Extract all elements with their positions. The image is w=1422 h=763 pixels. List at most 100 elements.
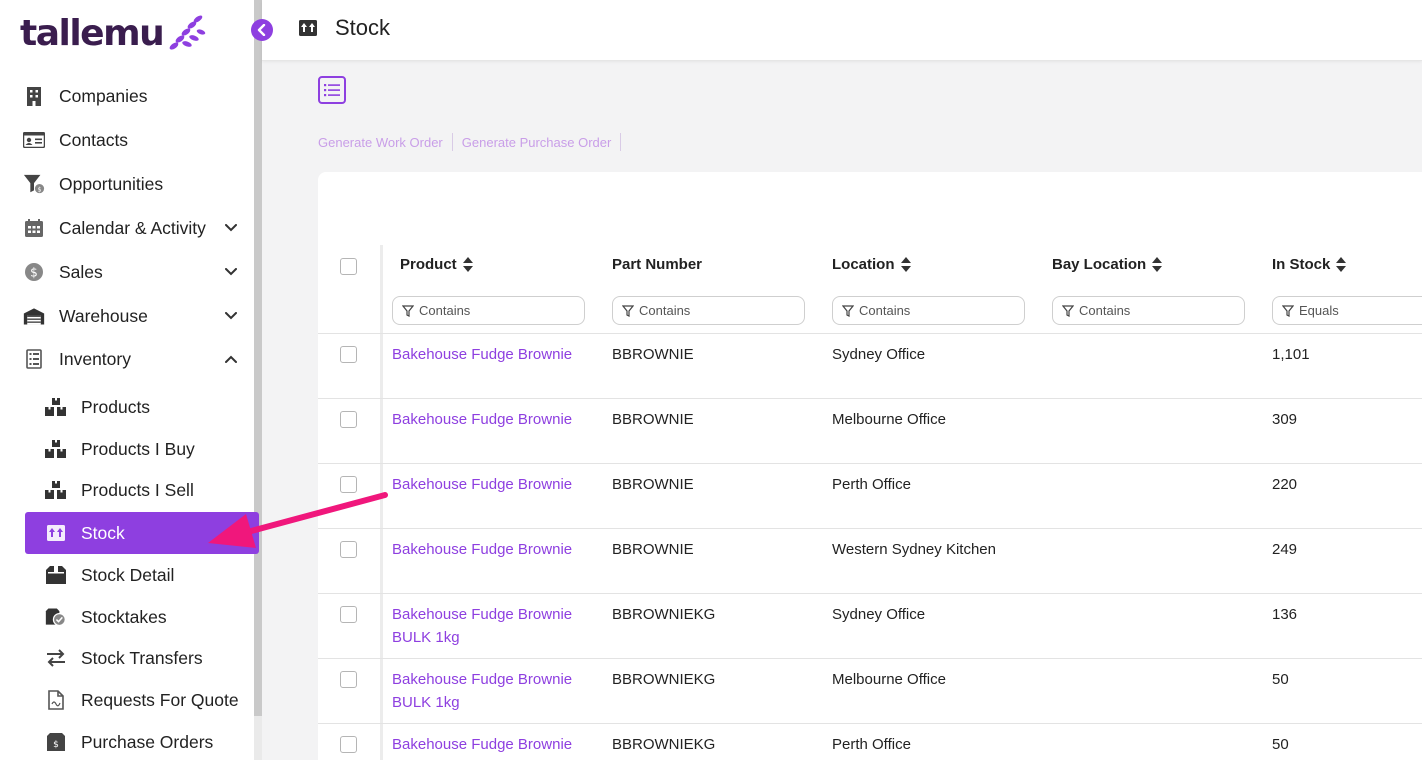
column-label: Product [400, 256, 457, 273]
svg-text:$: $ [53, 740, 59, 750]
in-stock-cell: 249 [1272, 541, 1298, 558]
location-cell: Perth Office [832, 476, 911, 493]
chevron-down-icon[interactable] [222, 219, 240, 237]
list-view-button[interactable] [318, 76, 346, 104]
sidebar-item-calendar-activity[interactable]: Calendar & Activity [0, 208, 250, 248]
filter-placeholder: Equals [1299, 303, 1339, 318]
product-link[interactable]: Bakehouse Fudge Brownie BULK 1kg [392, 668, 582, 714]
in-stock-cell: 220 [1272, 476, 1298, 493]
in-stock-cell: 50 [1272, 736, 1289, 753]
logo-text: tallemu [20, 12, 165, 54]
row-checkbox[interactable] [340, 606, 357, 623]
sidebar-item-label: Stock Transfers [81, 647, 203, 668]
part-number-cell: BBROWNIE [612, 476, 694, 493]
collapse-sidebar-button[interactable] [251, 19, 273, 41]
chevron-down-icon[interactable] [222, 307, 240, 325]
contact-card-icon [23, 129, 45, 151]
sidebar-item-stock[interactable]: Stock [25, 512, 259, 554]
sidebar-item-purchase-orders[interactable]: $ Purchase Orders [25, 721, 259, 763]
warehouse-icon [23, 305, 45, 327]
chevron-down-icon[interactable] [222, 263, 240, 281]
row-checkbox[interactable] [340, 476, 357, 493]
location-cell: Sydney Office [832, 606, 926, 623]
sidebar-item-products[interactable]: Products [25, 386, 259, 428]
row-checkbox[interactable] [340, 411, 357, 428]
chevron-up-icon[interactable] [222, 350, 240, 368]
product-link[interactable]: Bakehouse Fudge Brownie [392, 408, 592, 431]
row-checkbox[interactable] [340, 346, 357, 363]
sidebar-item-stock-detail[interactable]: Stock Detail [25, 554, 259, 596]
boxes-icon [45, 479, 67, 501]
dollar-coin-icon: $ [23, 261, 45, 283]
product-link[interactable]: Bakehouse Fudge Brownie [392, 473, 592, 496]
sidebar-item-label: Stock Detail [81, 564, 175, 585]
column-label: Part Number [612, 256, 703, 273]
part-number-cell: BBROWNIEKG [612, 736, 716, 753]
list-icon [324, 84, 340, 97]
location-cell: Western Sydney Kitchen [832, 541, 996, 558]
row-checkbox[interactable] [340, 541, 357, 558]
open-box-icon [45, 564, 67, 586]
part-number-cell: BBROWNIEKG [612, 671, 716, 688]
row-checkbox[interactable] [340, 736, 357, 753]
column-header-part-number[interactable]: Part Number [612, 256, 702, 273]
in-stock-cell: 50 [1272, 671, 1289, 688]
part-number-cell: BBROWNIE [612, 541, 694, 558]
sidebar-item-requests-for-quote[interactable]: Requests For Quote [25, 679, 259, 721]
sidebar-item-sales[interactable]: $ Sales [0, 252, 250, 292]
product-link[interactable]: Bakehouse Fudge Brownie [392, 343, 592, 366]
product-link[interactable]: Bakehouse Fudge Brownie BULK 1kg [392, 603, 582, 649]
tallemu-logo[interactable]: tallemu [20, 10, 207, 56]
sidebar-item-contacts[interactable]: Contacts [0, 120, 250, 160]
sidebar-item-opportunities[interactable]: $ Opportunities [0, 164, 250, 204]
boxes-icon [45, 438, 67, 460]
logo-leaves-icon [169, 15, 206, 50]
location-filter-input[interactable]: Contains [832, 296, 1025, 325]
part-number-filter-input[interactable]: Contains [612, 296, 805, 325]
sidebar-item-label: Warehouse [59, 305, 148, 326]
select-all-checkbox[interactable] [340, 258, 357, 275]
divider [451, 133, 453, 151]
sidebar-item-stock-transfers[interactable]: Stock Transfers [25, 637, 259, 679]
generate-purchase-order-button[interactable]: Generate Purchase Order [462, 135, 612, 150]
in-stock-filter-input[interactable]: Equals [1272, 296, 1422, 325]
filter-icon [1282, 305, 1294, 317]
sidebar-item-stocktakes[interactable]: Stocktakes [25, 596, 259, 638]
svg-text:$: $ [30, 266, 38, 280]
in-stock-cell: 309 [1272, 411, 1298, 428]
sidebar-item-products-i-sell[interactable]: Products I Sell [25, 469, 259, 511]
sidebar-item-warehouse[interactable]: Warehouse [0, 296, 250, 336]
column-header-product[interactable]: Product [400, 256, 473, 273]
product-filter-input[interactable]: Contains [392, 296, 585, 325]
column-label: In Stock [1272, 256, 1331, 273]
divider [620, 133, 622, 151]
filter-placeholder: Contains [639, 303, 691, 318]
sidebar-item-companies[interactable]: Companies [0, 76, 250, 116]
svg-text:$: $ [37, 185, 41, 193]
row-divider [318, 398, 1422, 399]
sidebar-item-products-i-buy[interactable]: Products I Buy [25, 428, 259, 470]
sidebar-item-inventory[interactable]: Inventory [0, 339, 250, 379]
part-number-cell: BBROWNIEKG [612, 606, 716, 623]
bay-location-filter-input[interactable]: Contains [1052, 296, 1245, 325]
generate-work-order-button[interactable]: Generate Work Order [318, 135, 443, 150]
row-divider [318, 723, 1422, 724]
sidebar-item-label: Opportunities [59, 173, 164, 194]
row-checkbox[interactable] [340, 671, 357, 688]
sort-icon[interactable] [1336, 257, 1347, 272]
column-header-location[interactable]: Location [832, 256, 911, 273]
inventory-list-icon [23, 348, 45, 370]
sort-icon[interactable] [1152, 257, 1163, 272]
product-link[interactable]: Bakehouse Fudge Brownie [392, 538, 592, 561]
header-divider [318, 333, 1422, 334]
product-link[interactable]: Bakehouse Fudge Brownie [392, 733, 592, 756]
column-header-in-stock[interactable]: In Stock [1272, 256, 1347, 273]
funnel-dollar-icon: $ [23, 173, 45, 195]
sort-icon[interactable] [900, 257, 911, 272]
sort-icon[interactable] [462, 257, 473, 272]
pinned-column-divider [380, 245, 383, 760]
column-header-bay-location[interactable]: Bay Location [1052, 256, 1163, 273]
chevron-left-icon [257, 24, 266, 36]
location-cell: Sydney Office [832, 346, 926, 363]
location-cell: Perth Office [832, 736, 911, 753]
